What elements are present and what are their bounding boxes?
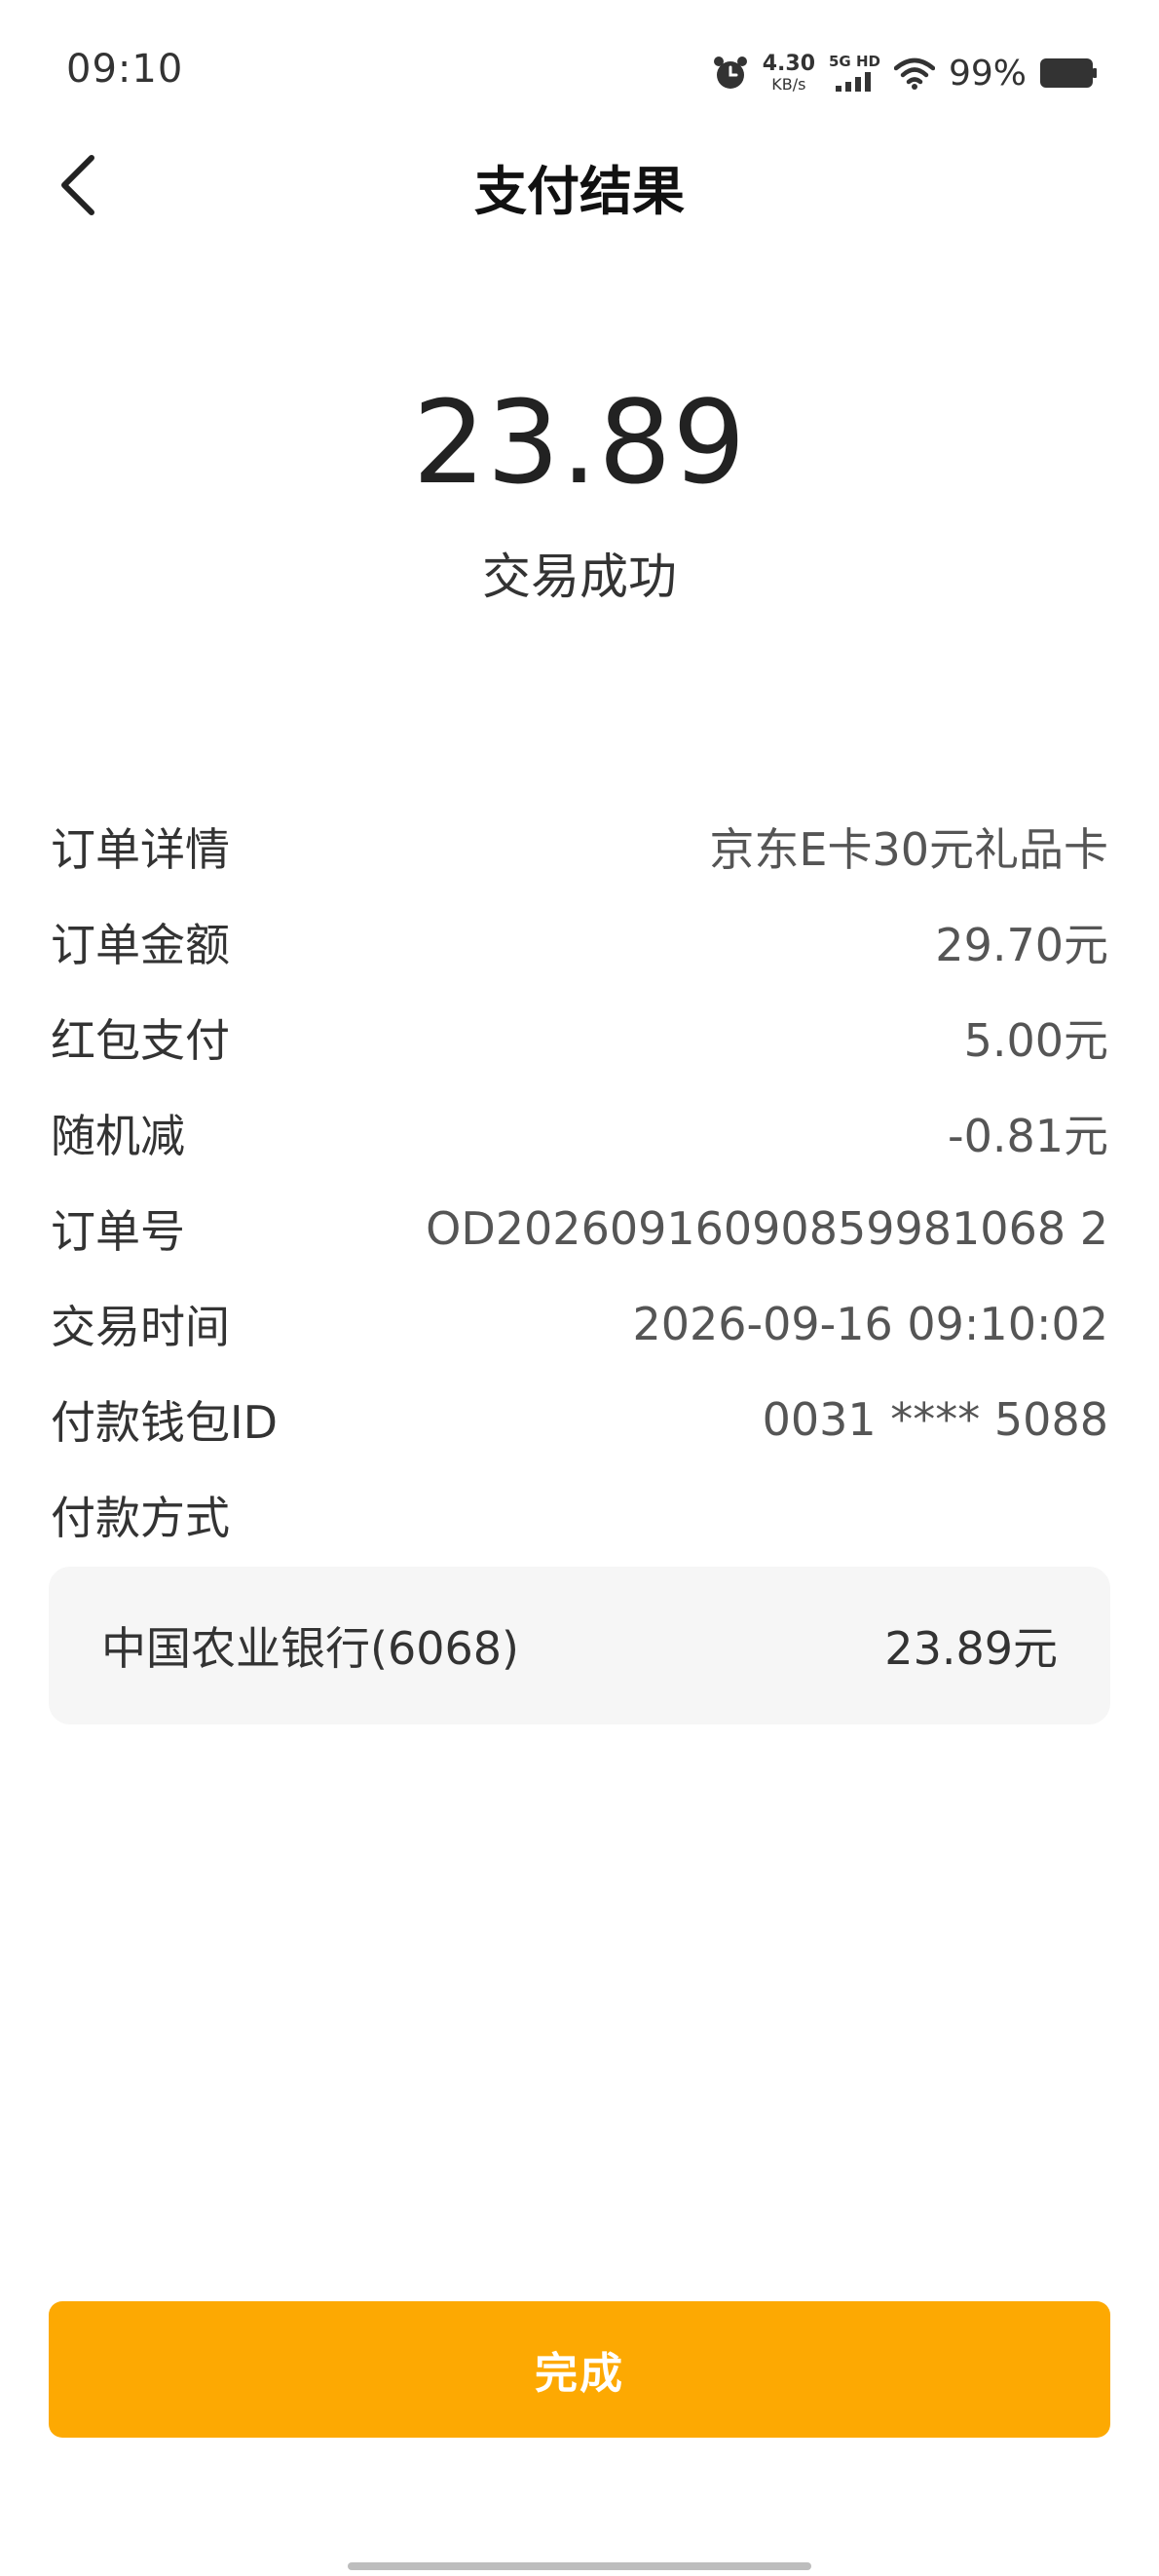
status-bar: 09:10 4.30 KB/s 5G HD 99% (0, 0, 1159, 146)
done-button[interactable]: 完成 (49, 2301, 1110, 2438)
page-title: 支付结果 (474, 161, 685, 222)
payment-method-name: 中国农业银行(6068) (101, 1622, 519, 1675)
signal-icon (836, 72, 872, 92)
payment-amount: 23.89 (412, 375, 747, 510)
detail-value: 京东E卡30元礼品卡 (709, 823, 1108, 876)
navigation-bar: 支付结果 (0, 136, 1159, 234)
battery-icon (1040, 58, 1097, 88)
detail-row-red-packet: 红包支付 5.00元 (51, 990, 1108, 1085)
transaction-status: 交易成功 (482, 549, 677, 605)
detail-label: 付款钱包ID (51, 1396, 278, 1449)
order-details: 订单详情 京东E卡30元礼品卡 订单金额 29.70元 红包支付 5.00元 随… (51, 799, 1108, 1563)
detail-value: 29.70元 (935, 919, 1108, 971)
detail-row-wallet-id: 付款钱包ID 0031 **** 5088 (51, 1372, 1108, 1467)
detail-row-random-discount: 随机减 -0.81元 (51, 1085, 1108, 1181)
detail-label: 随机减 (51, 1110, 185, 1162)
home-indicator[interactable] (348, 2562, 811, 2570)
detail-label: 红包支付 (51, 1014, 230, 1067)
detail-value: 5.00元 (963, 1014, 1108, 1067)
alarm-icon (713, 57, 747, 89)
detail-row-order-details: 订单详情 京东E卡30元礼品卡 (51, 799, 1108, 894)
detail-label: 订单详情 (51, 823, 230, 876)
detail-value: 2026-09-16 09:10:02 (632, 1298, 1108, 1350)
detail-row-transaction-time: 交易时间 2026-09-16 09:10:02 (51, 1276, 1108, 1372)
payment-method-card: 中国农业银行(6068) 23.89元 (49, 1567, 1110, 1724)
detail-label: 付款方式 (51, 1492, 230, 1544)
detail-label: 订单金额 (51, 919, 230, 971)
payment-method-amount: 23.89元 (884, 1622, 1058, 1675)
status-time: 09:10 (66, 47, 184, 92)
network-speed: 4.30 KB/s (763, 54, 815, 93)
battery-level: 99% (948, 53, 1027, 94)
cellular-signal: 5G HD (829, 55, 880, 92)
network-type-label: 5G HD (829, 53, 880, 70)
network-speed-value: 4.30 (762, 52, 815, 76)
detail-value: -0.81元 (947, 1110, 1108, 1162)
detail-value: 0031 **** 5088 (762, 1393, 1108, 1446)
detail-row-order-number: 订单号 OD20260916090859981068 2 (51, 1181, 1108, 1276)
detail-row-payment-method: 付款方式 (51, 1467, 1108, 1563)
status-icons: 4.30 KB/s 5G HD 99% (712, 49, 1097, 97)
detail-label: 交易时间 (51, 1301, 230, 1353)
detail-row-order-amount: 订单金额 29.70元 (51, 894, 1108, 990)
detail-value: OD20260916090859981068 2 (426, 1202, 1108, 1255)
detail-label: 订单号 (51, 1205, 185, 1258)
wifi-icon (893, 57, 935, 90)
network-speed-unit: KB/s (771, 75, 806, 94)
